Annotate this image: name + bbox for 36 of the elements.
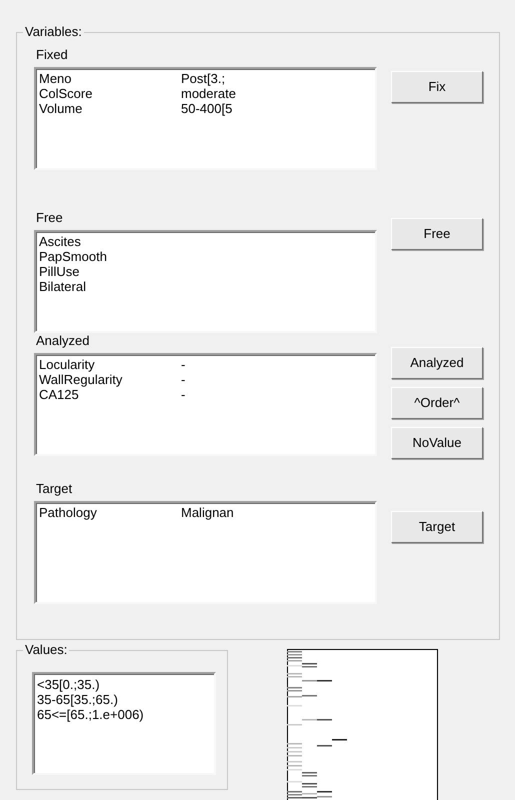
variable-value: Malignan [181, 505, 234, 520]
variable-name: WallRegularity [39, 372, 124, 387]
action-button[interactable]: NoValue [391, 427, 483, 459]
list-box[interactable]: Meno Post[3.; ColScore moderate Volume 50-400[5 [34, 67, 377, 170]
value-item: 35-65[35.;65.) [37, 692, 119, 707]
list-box[interactable]: <35[0.;35.) 35-65[35.;65.) 65<=[65.;1.e+006) [32, 672, 216, 775]
variable-name: Ascites [39, 234, 82, 249]
list-box[interactable]: Ascites PapSmooth PillUse Bilateral [34, 230, 377, 333]
variable-value: - [181, 357, 186, 372]
variable-name: PapSmooth [39, 249, 108, 264]
list-box[interactable]: Locularity - WallRegularity - CA125 - [34, 353, 377, 456]
variable-name: Meno [39, 71, 73, 86]
variable-name: CA125 [39, 387, 80, 402]
variable-name: ColScore [39, 86, 94, 101]
variable-value: moderate [181, 86, 236, 101]
action-button[interactable]: Free [391, 218, 483, 250]
action-button[interactable]: ^Order^ [391, 387, 483, 419]
list-label: Analyzed [36, 333, 90, 350]
variable-name: Bilateral [39, 279, 87, 294]
list-label: Target [36, 481, 74, 498]
variable-value: Post[3.; [181, 71, 226, 86]
variable-value: - [181, 372, 186, 387]
list-label: Free [36, 210, 64, 227]
variable-value: - [181, 387, 186, 402]
list-label: Fixed [36, 47, 69, 64]
action-button[interactable]: Target [391, 511, 483, 543]
variable-value: 50-400[5 [181, 101, 232, 116]
list-box[interactable]: Pathology Malignan [34, 501, 377, 604]
variable-name: Pathology [39, 505, 98, 520]
variable-name: Locularity [39, 357, 96, 372]
action-button[interactable]: Fix [391, 71, 483, 103]
action-button[interactable]: Analyzed [391, 347, 483, 379]
variable-name: Volume [39, 101, 84, 116]
variable-name: PillUse [39, 264, 80, 279]
value-item: 65<=[65.;1.e+006) [37, 707, 145, 722]
value-item: <35[0.;35.) [37, 677, 101, 692]
